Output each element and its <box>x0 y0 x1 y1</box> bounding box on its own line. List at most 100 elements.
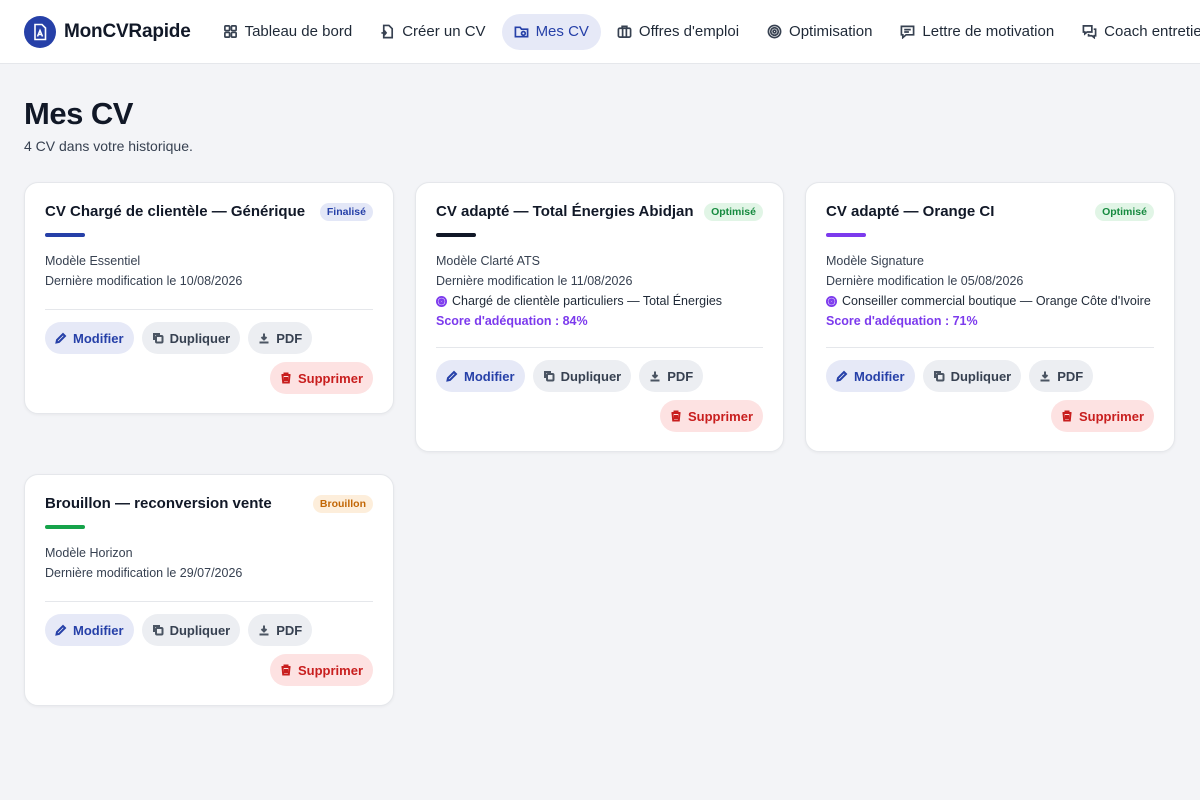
template-accent-bar <box>45 525 85 529</box>
target-icon <box>767 24 782 39</box>
pdf-button[interactable]: PDF <box>248 322 313 354</box>
match-score: Score d'adéquation : 84% <box>436 314 588 328</box>
nav-item-cover-letter[interactable]: Lettre de motivation <box>888 14 1066 50</box>
nav-item-interview-coach[interactable]: Coach entretien <box>1070 14 1200 50</box>
copy-icon <box>933 371 945 382</box>
target-job-label: Conseiller commercial boutique — Orange … <box>842 294 1151 308</box>
top-navigation-bar: MonCVRapide Tableau de bord Créer un CV … <box>0 0 1200 64</box>
copy-icon <box>543 371 555 382</box>
target-job: Conseiller commercial boutique — Orange … <box>826 293 1154 309</box>
duplicate-button[interactable]: Dupliquer <box>922 360 1022 392</box>
target-icon <box>436 296 447 307</box>
trash-icon <box>281 372 291 384</box>
main-content: Mes CV 4 CV dans votre historique. CV Ch… <box>0 64 1200 738</box>
delete-button-label: Supprimer <box>687 408 753 424</box>
cv-card: CV adapté — Orange CI Optimisé Modèle Si… <box>805 182 1175 452</box>
pdf-button[interactable]: PDF <box>248 614 313 646</box>
nav-item-label: Mes CV <box>535 23 589 40</box>
duplicate-button[interactable]: Dupliquer <box>141 322 241 354</box>
pdf-button[interactable]: PDF <box>1029 360 1094 392</box>
duplicate-button[interactable]: Dupliquer <box>532 360 632 392</box>
pdf-button-label: PDF <box>276 622 303 638</box>
app-name: MonCVRapide <box>64 20 191 42</box>
status-badge: Brouillon <box>312 495 373 513</box>
status-badge: Optimisé <box>1095 203 1154 221</box>
chat-icon <box>1082 25 1097 39</box>
nav-item-job-offers[interactable]: Offres d'emploi <box>605 14 751 50</box>
pdf-button-label: PDF <box>667 368 694 384</box>
brand[interactable]: MonCVRapide <box>24 15 191 48</box>
duplicate-button-label: Dupliquer <box>560 368 622 384</box>
cv-template: Modèle Clarté ATS <box>436 254 540 268</box>
cv-template: Modèle Horizon <box>45 546 133 560</box>
card-divider <box>45 309 373 310</box>
edit-button[interactable]: Modifier <box>45 614 134 646</box>
file-plus-icon <box>381 24 394 39</box>
nav-item-label: Lettre de motivation <box>922 23 1055 40</box>
duplicate-button-label: Dupliquer <box>169 330 231 346</box>
cv-card-title: CV Chargé de clientèle — Générique <box>45 203 306 220</box>
cv-card-title: CV adapté — Total Énergies Abidjan <box>436 203 694 220</box>
copy-icon <box>152 333 164 344</box>
card-divider <box>45 601 373 602</box>
cv-last-modified: Dernière modification le 10/08/2026 <box>45 274 243 288</box>
pdf-button-label: PDF <box>1057 368 1084 384</box>
delete-button[interactable]: Supprimer <box>269 654 373 686</box>
edit-button-label: Modifier <box>464 368 515 384</box>
nav-item-label: Coach entretien <box>1104 23 1200 40</box>
nav-item-create-cv[interactable]: Créer un CV <box>368 14 497 50</box>
pdf-button-label: PDF <box>276 330 303 346</box>
nav-item-label: Optimisation <box>789 23 873 40</box>
pdf-button[interactable]: PDF <box>639 360 704 392</box>
pencil-icon <box>446 370 458 382</box>
briefcase-icon <box>617 25 632 38</box>
cv-grid: CV Chargé de clientèle — Générique Final… <box>24 182 1176 706</box>
match-score: Score d'adéquation : 71% <box>826 314 978 328</box>
edit-button-label: Modifier <box>854 368 905 384</box>
nav-item-optimization[interactable]: Optimisation <box>755 14 884 50</box>
template-accent-bar <box>826 233 866 237</box>
delete-button-label: Supprimer <box>1078 408 1144 424</box>
edit-button[interactable]: Modifier <box>826 360 915 392</box>
cv-last-modified: Dernière modification le 11/08/2026 <box>436 274 633 288</box>
dashboard-icon <box>223 25 237 38</box>
app-logo-icon <box>24 15 56 48</box>
status-badge: Optimisé <box>704 203 763 221</box>
target-job-label: Chargé de clientèle particuliers — Total… <box>452 294 723 308</box>
copy-icon <box>152 625 164 636</box>
cv-card: CV Chargé de clientèle — Générique Final… <box>24 182 394 414</box>
message-icon <box>900 25 915 39</box>
target-job: Chargé de clientèle particuliers — Total… <box>436 293 763 309</box>
page-subtitle: 4 CV dans votre historique. <box>24 138 193 154</box>
card-divider <box>436 347 763 348</box>
edit-button[interactable]: Modifier <box>436 360 525 392</box>
delete-button[interactable]: Supprimer <box>659 400 763 432</box>
page-title: Mes CV <box>24 96 133 131</box>
delete-button[interactable]: Supprimer <box>1050 400 1154 432</box>
main-nav: Tableau de bord Créer un CV Mes CV Offre… <box>211 13 1200 50</box>
template-accent-bar <box>436 233 476 237</box>
edit-button[interactable]: Modifier <box>45 322 134 354</box>
target-icon <box>826 296 837 307</box>
download-icon <box>259 333 269 344</box>
delete-button-label: Supprimer <box>297 370 363 386</box>
template-accent-bar <box>45 233 85 237</box>
download-icon <box>650 371 660 382</box>
cv-last-modified: Dernière modification le 05/08/2026 <box>826 274 1024 288</box>
pencil-icon <box>55 624 67 636</box>
cv-card-title: Brouillon — reconversion vente <box>45 495 272 512</box>
cv-card: Brouillon — reconversion vente Brouillon… <box>24 474 394 706</box>
duplicate-button[interactable]: Dupliquer <box>141 614 241 646</box>
nav-item-dashboard[interactable]: Tableau de bord <box>211 14 365 50</box>
cv-template: Modèle Signature <box>826 254 924 268</box>
nav-item-my-cvs[interactable]: Mes CV <box>501 13 601 50</box>
pencil-icon <box>836 370 848 382</box>
trash-icon <box>1062 410 1072 422</box>
card-divider <box>826 347 1154 348</box>
nav-item-label: Offres d'emploi <box>638 23 740 40</box>
delete-button[interactable]: Supprimer <box>269 362 373 394</box>
trash-icon <box>281 664 291 676</box>
nav-item-label: Créer un CV <box>402 23 486 40</box>
edit-button-label: Modifier <box>73 330 124 346</box>
edit-button-label: Modifier <box>73 622 124 638</box>
